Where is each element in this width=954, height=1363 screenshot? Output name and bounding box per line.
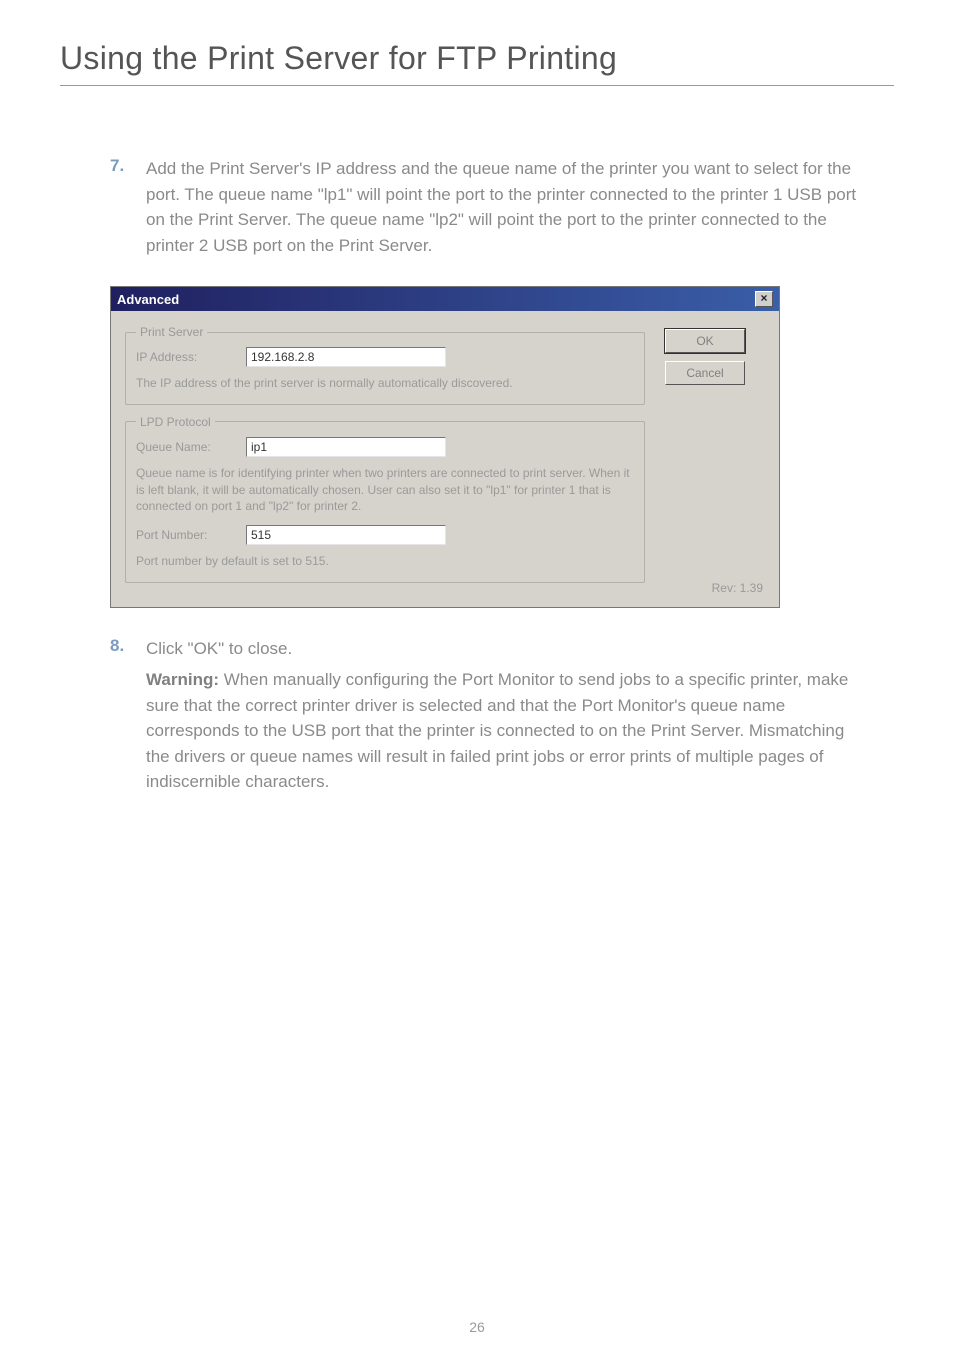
step-7: 7. Add the Print Server's IP address and…	[110, 156, 864, 258]
port-note: Port number by default is set to 515.	[136, 553, 634, 570]
step-8: 8. Click "OK" to close.	[110, 636, 864, 662]
page-number: 26	[0, 1319, 954, 1335]
warning-label: Warning:	[146, 670, 219, 689]
advanced-dialog: Advanced × Print Server IP Address: The …	[110, 286, 780, 608]
cancel-button[interactable]: Cancel	[665, 361, 745, 385]
ip-note: The IP address of the print server is no…	[136, 375, 634, 392]
lpd-protocol-group: LPD Protocol Queue Name: Queue name is f…	[125, 415, 645, 583]
titlebar-buttons: ×	[755, 291, 773, 307]
queue-name-label: Queue Name:	[136, 440, 246, 454]
port-number-input[interactable]	[246, 525, 446, 545]
queue-name-input[interactable]	[246, 437, 446, 457]
ok-button[interactable]: OK	[665, 329, 745, 353]
queue-note: Queue name is for identifying printer wh…	[136, 465, 634, 515]
port-number-label: Port Number:	[136, 528, 246, 542]
ip-address-input[interactable]	[246, 347, 446, 367]
close-icon[interactable]: ×	[755, 291, 773, 307]
step-number: 8.	[110, 636, 146, 662]
titlebar: Advanced ×	[111, 287, 779, 311]
print-server-legend: Print Server	[136, 325, 207, 339]
page-title: Using the Print Server for FTP Printing	[60, 40, 894, 77]
print-server-group: Print Server IP Address: The IP address …	[125, 325, 645, 405]
ip-address-label: IP Address:	[136, 350, 246, 364]
revision-label: Rev: 1.39	[712, 581, 763, 595]
dialog-title: Advanced	[117, 292, 179, 307]
step-text: Add the Print Server's IP address and th…	[146, 156, 864, 258]
title-underline	[60, 85, 894, 86]
step-text: Click "OK" to close.	[146, 636, 292, 662]
lpd-legend: LPD Protocol	[136, 415, 215, 429]
warning-text: When manually configuring the Port Monit…	[146, 670, 848, 791]
warning-paragraph: Warning: When manually configuring the P…	[146, 667, 864, 795]
step-number: 7.	[110, 156, 146, 258]
